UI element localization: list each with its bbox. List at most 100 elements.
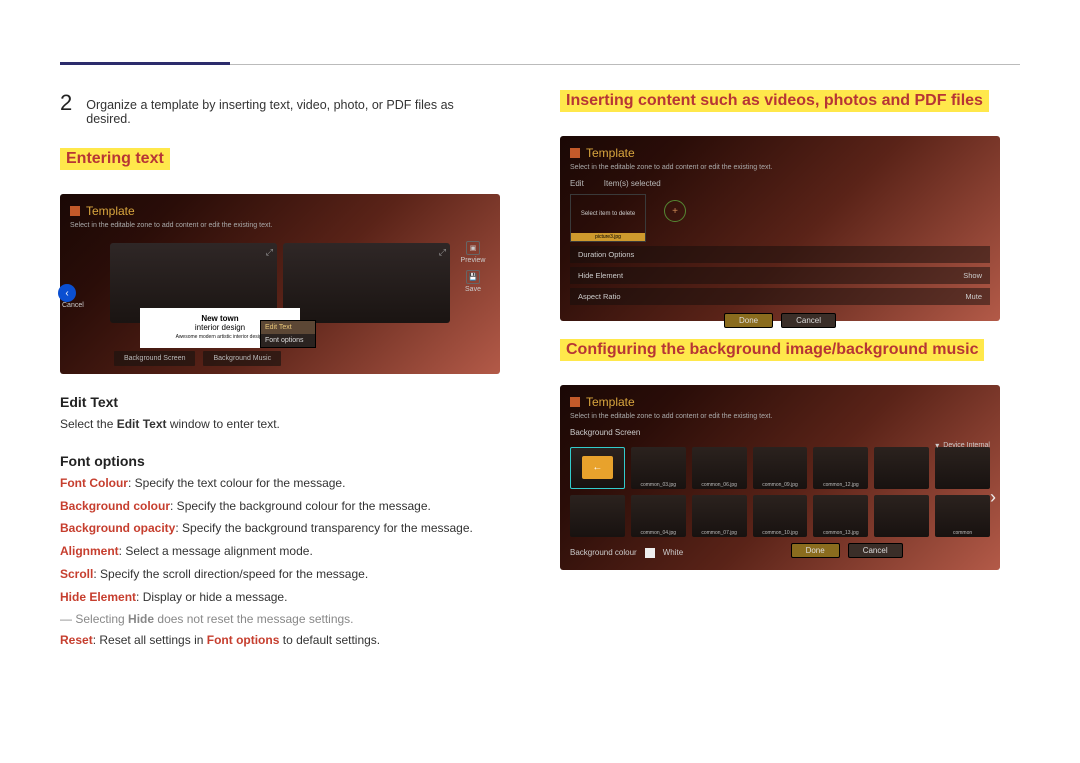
heading-edit-text: Edit Text xyxy=(60,394,500,410)
header-rule xyxy=(60,62,1020,65)
thumbnail[interactable]: common_10.jpg xyxy=(753,495,808,537)
items-selected: Item(s) selected xyxy=(604,179,661,188)
bg-colour-label: Background colour xyxy=(570,548,637,557)
template-title: Template xyxy=(586,146,635,160)
add-button[interactable]: + xyxy=(664,200,686,222)
chevron-down-icon: ▾ xyxy=(935,441,939,450)
done-button[interactable]: Done xyxy=(724,313,773,328)
kw: Background opacity xyxy=(60,521,175,535)
heading-configuring-bg: Configuring the background image/backgro… xyxy=(560,339,984,361)
header-accent xyxy=(60,62,230,65)
kw: Alignment xyxy=(60,544,119,558)
thumbnail[interactable]: common_06.jpg xyxy=(692,447,747,489)
lbl: Aspect Ratio xyxy=(578,292,621,301)
kw: Font Colour xyxy=(60,476,128,490)
template-desc: Select in the editable zone to add conte… xyxy=(570,413,990,420)
thumbnail[interactable]: common_03.jpg xyxy=(631,447,686,489)
template-desc: Select in the editable zone to add conte… xyxy=(70,222,490,229)
done-button[interactable]: Done xyxy=(791,543,840,558)
content-panel[interactable]: ⤢ xyxy=(283,243,450,323)
t: Select the xyxy=(60,417,117,431)
back-button[interactable]: ‹ xyxy=(58,284,76,302)
kw: Scroll xyxy=(60,567,93,581)
thumbnail-grid: ← common_03.jpg common_06.jpg common_09.… xyxy=(570,447,990,537)
row-aspect-ratio[interactable]: Aspect Ratio Mute xyxy=(570,288,990,305)
colour-swatch[interactable] xyxy=(645,548,655,558)
kw: Hide Element xyxy=(60,590,136,604)
kw: Reset xyxy=(60,633,93,647)
white-label: White xyxy=(663,548,683,557)
plus-icon: + xyxy=(672,206,678,217)
t: : Specify the scroll direction/speed for… xyxy=(93,567,368,581)
thumbnail[interactable] xyxy=(874,495,929,537)
select-item-box[interactable]: Select item to delete picture3.jpg xyxy=(570,194,646,242)
heading-inserting-content: Inserting content such as videos, photos… xyxy=(560,90,989,112)
thumbnail[interactable]: common_12.jpg xyxy=(813,447,868,489)
step-number: 2 xyxy=(60,90,72,116)
t: : Display or hide a message. xyxy=(136,590,287,604)
step-row: 2 Organize a template by inserting text,… xyxy=(60,90,500,126)
right-column: Inserting content such as videos, photos… xyxy=(560,90,1000,654)
folder-icon: ← xyxy=(582,456,614,480)
left-column: 2 Organize a template by inserting text,… xyxy=(60,90,500,654)
menu-edit-text[interactable]: Edit Text xyxy=(261,321,315,334)
t: Selecting xyxy=(75,612,128,626)
template-icon xyxy=(70,206,80,216)
line-bg-opacity: Background opacity: Specify the backgrou… xyxy=(60,520,500,537)
screenshot-entering-text: Template Select in the editable zone to … xyxy=(60,194,500,374)
preview-button[interactable]: ▣ xyxy=(466,241,480,255)
line-hide: Hide Element: Display or hide a message. xyxy=(60,589,500,606)
kw: Background colour xyxy=(60,499,170,513)
thumbnail[interactable]: common_07.jpg xyxy=(692,495,747,537)
next-arrow-icon[interactable]: › xyxy=(990,487,996,508)
line-font-colour: Font Colour: Specify the text colour for… xyxy=(60,475,500,492)
kw: Edit Text xyxy=(117,417,167,431)
thumbnail[interactable] xyxy=(935,447,990,489)
t: : Reset all settings in xyxy=(93,633,207,647)
thumbnail[interactable] xyxy=(874,447,929,489)
thumbnail-selected[interactable]: ← xyxy=(570,447,625,489)
step-text: Organize a template by inserting text, v… xyxy=(86,90,500,126)
t: does not reset the message settings. xyxy=(154,612,353,626)
heading-entering-text: Entering text xyxy=(60,148,170,170)
cancel-button[interactable]: Cancel xyxy=(781,313,836,328)
device-label: Device Internal xyxy=(943,442,990,449)
thumbnail[interactable]: common_04.jpg xyxy=(631,495,686,537)
device-dropdown[interactable]: ▾ Device Internal xyxy=(935,441,990,450)
header-line xyxy=(230,64,1020,65)
t: : Specify the background transparency fo… xyxy=(175,521,473,535)
thumbnail[interactable]: common_09.jpg xyxy=(753,447,808,489)
row-hide-element[interactable]: Hide ElementShow xyxy=(570,267,990,284)
context-menu: Edit Text Font options xyxy=(260,320,316,348)
lbl: Duration Options xyxy=(578,250,634,259)
menu-font-options[interactable]: Font options xyxy=(261,334,315,347)
bg-screen-label: Background Screen xyxy=(570,428,990,437)
save-button[interactable]: 💾 xyxy=(466,270,480,284)
select-item-label: Select item to delete xyxy=(571,195,645,233)
tab-background-screen[interactable]: Background Screen xyxy=(114,351,195,366)
val: Mute xyxy=(965,292,982,301)
edit-text-body: Select the Edit Text window to enter tex… xyxy=(60,416,500,433)
expand-icon[interactable]: ⤢ xyxy=(439,247,446,258)
edit-label[interactable]: Edit xyxy=(570,179,584,188)
thumbnail[interactable] xyxy=(570,495,625,537)
screenshot-background-config: Template Select in the editable zone to … xyxy=(560,385,1000,570)
t: : Specify the background colour for the … xyxy=(170,499,431,513)
thumbnail[interactable]: common xyxy=(935,495,990,537)
line-scroll: Scroll: Specify the scroll direction/spe… xyxy=(60,566,500,583)
template-desc: Select in the editable zone to add conte… xyxy=(570,164,990,171)
t: window to enter text. xyxy=(166,417,279,431)
line-reset: Reset: Reset all settings in Font option… xyxy=(60,632,500,649)
note-hide: ― Selecting Hide does not reset the mess… xyxy=(60,612,500,626)
kw: Hide xyxy=(128,612,154,626)
screenshot-inserting-content: Template Select in the editable zone to … xyxy=(560,136,1000,321)
back-arrow-icon: ← xyxy=(592,462,602,473)
kw: Font options xyxy=(207,633,280,647)
cancel-button[interactable]: Cancel xyxy=(848,543,903,558)
tab-background-music[interactable]: Background Music xyxy=(203,351,281,366)
row-duration[interactable]: Duration Options xyxy=(570,246,990,263)
expand-icon[interactable]: ⤢ xyxy=(266,247,273,258)
thumbnail[interactable]: common_13.jpg xyxy=(813,495,868,537)
t: : Select a message alignment mode. xyxy=(119,544,313,558)
select-item-caption: picture3.jpg xyxy=(571,233,645,241)
